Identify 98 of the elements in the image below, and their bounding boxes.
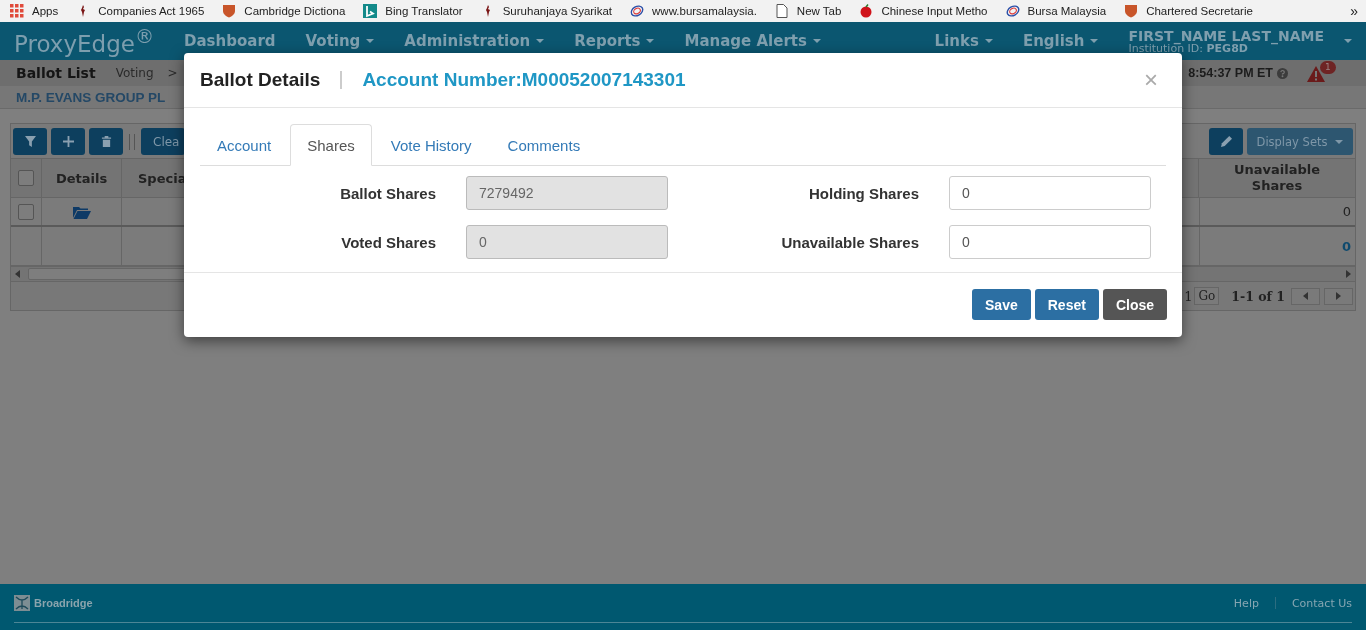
bookmark[interactable]: New Tab <box>774 4 842 18</box>
institution-id: Institution ID: PEG8D <box>1128 42 1248 54</box>
bookmark-label: Suruhanjaya Syarikat <box>502 5 612 17</box>
checkbox[interactable] <box>18 203 34 220</box>
dialog-action-button[interactable]: Close <box>1102 289 1167 320</box>
shield-icon <box>222 4 237 18</box>
bookmark[interactable]: Bing Translator <box>363 4 463 18</box>
tab[interactable]: Comments <box>490 124 598 166</box>
globe-icon <box>630 4 644 18</box>
bookmark-label: Cambridge Dictiona <box>244 5 346 17</box>
column-header[interactable]: Details <box>55 170 108 186</box>
bookmark-label: Bursa Malaysia <box>1027 5 1107 17</box>
bookmark[interactable]: Bursa Malaysia <box>1005 4 1107 18</box>
go-button[interactable]: Go <box>1194 287 1220 305</box>
app-logo[interactable]: ProxyEdge$^{®}$ <box>14 25 155 57</box>
tab[interactable]: Vote History <box>373 124 489 166</box>
nav-menu-item[interactable]: Links <box>934 32 993 50</box>
bookmark-label: www.bursamalaysia. <box>652 5 757 17</box>
dialog-action-button[interactable]: Save <box>972 289 1031 320</box>
globe-icon <box>1005 4 1020 18</box>
footer-link[interactable]: Contact Us <box>1291 596 1352 610</box>
warning-icon <box>1306 65 1326 83</box>
delete-button[interactable] <box>89 128 123 155</box>
page-title: Ballot List <box>16 65 96 81</box>
time-text: 8:54:37 PM ET <box>1188 66 1273 80</box>
tab[interactable]: Shares <box>290 124 372 166</box>
nav-menu-item[interactable]: Manage Alerts <box>684 32 821 50</box>
edit-button[interactable] <box>1209 128 1243 155</box>
caret-icon <box>984 39 993 43</box>
help-icon[interactable] <box>1277 67 1288 79</box>
alert-indicator[interactable]: 1 <box>1306 63 1340 83</box>
nav-menu-item[interactable]: Administration <box>404 32 545 50</box>
checkbox[interactable] <box>18 170 34 186</box>
caret-icon <box>1090 39 1099 43</box>
apps-grid-icon <box>10 4 24 18</box>
caret-icon <box>646 39 655 43</box>
more-bookmarks-chevron[interactable]: » <box>1350 3 1358 19</box>
footer-link[interactable]: Help <box>1233 596 1259 610</box>
filter-button[interactable] <box>13 128 47 155</box>
add-button[interactable] <box>51 128 85 155</box>
alert-count-badge: 1 <box>1320 61 1336 74</box>
bookmark[interactable]: Cambridge Dictiona <box>222 4 346 18</box>
shield-icon <box>1124 4 1139 18</box>
close-button[interactable]: × <box>1136 66 1166 94</box>
field-label: Voted Shares <box>341 233 436 251</box>
trash-icon <box>100 136 112 147</box>
column-header[interactable]: Unavailable Shares <box>1227 162 1327 194</box>
caret-icon <box>366 39 375 43</box>
field-label: Holding Shares <box>808 184 919 202</box>
broadridge-logo-icon <box>14 595 30 611</box>
page-range-text: 1-1 of 1 <box>1231 288 1285 304</box>
bookmark-label: Chartered Secretarie <box>1146 5 1253 17</box>
nav-menu-item[interactable]: Voting <box>305 32 375 50</box>
company-name: M.P. EVANS GROUP PL <box>16 89 166 105</box>
previous-page-button[interactable] <box>1291 287 1320 305</box>
caret-icon <box>536 39 545 43</box>
field-label: Unavailable Shares <box>781 233 919 251</box>
next-page-button[interactable] <box>1324 287 1353 305</box>
nav-menu-item[interactable]: Dashboard <box>184 32 276 50</box>
bookmark[interactable]: Chinese Input Metho <box>859 4 988 18</box>
table-cell: 0 <box>1342 204 1351 219</box>
dialog-action-button[interactable]: Reset <box>1034 289 1099 320</box>
bookmark-label: Chinese Input Metho <box>881 5 988 17</box>
bookmark[interactable]: Apps <box>10 4 59 18</box>
brand-name: Broadridge <box>34 597 93 609</box>
bookmark-label: Apps <box>32 5 59 17</box>
bookmark-label: New Tab <box>796 5 842 17</box>
breadcrumb-separator: > <box>167 66 178 80</box>
fruit-icon <box>859 4 874 18</box>
pencil-icon <box>1220 136 1232 147</box>
b-logo-icon <box>363 4 378 18</box>
tab[interactable]: Account <box>200 124 289 166</box>
folder-icon[interactable] <box>72 204 91 219</box>
bookmark[interactable]: Suruhanjaya Syarikat <box>480 4 612 18</box>
input-field[interactable]: 0 <box>949 176 1151 210</box>
dialog-title: Ballot Details <box>200 69 321 91</box>
bookmark[interactable]: www.bursamalaysia. <box>630 4 757 18</box>
filter-icon <box>24 136 36 147</box>
input-field[interactable]: 0 <box>949 225 1151 259</box>
page-number-field[interactable]: 1 <box>1184 288 1193 304</box>
clear-button[interactable]: Clea <box>141 128 186 155</box>
breadcrumb-link[interactable]: Voting <box>115 66 154 80</box>
bookmark-label: Bing Translator <box>385 5 463 17</box>
bookmark-label: Companies Act 1965 <box>98 5 205 17</box>
nav-menu-item[interactable]: English <box>1022 32 1099 50</box>
display-sets-button[interactable]: Display Sets <box>1247 128 1353 155</box>
user-name[interactable]: FIRST_NAME LAST_NAME <box>1128 28 1324 43</box>
bookmark[interactable]: Companies Act 1965 <box>76 4 205 18</box>
table-cell: 0 <box>1341 238 1351 254</box>
account-number-title: Account Number:M00052007143301 <box>362 69 686 91</box>
plus-icon <box>62 136 74 147</box>
bookmark[interactable]: Chartered Secretarie <box>1124 4 1253 18</box>
caret-icon <box>812 39 821 43</box>
caret-icon[interactable] <box>1344 39 1352 43</box>
nav-menu-item[interactable]: Reports <box>574 32 655 50</box>
column-header[interactable]: Specia <box>138 170 187 186</box>
field-label: Ballot Shares <box>340 184 436 202</box>
page-icon <box>774 4 789 18</box>
